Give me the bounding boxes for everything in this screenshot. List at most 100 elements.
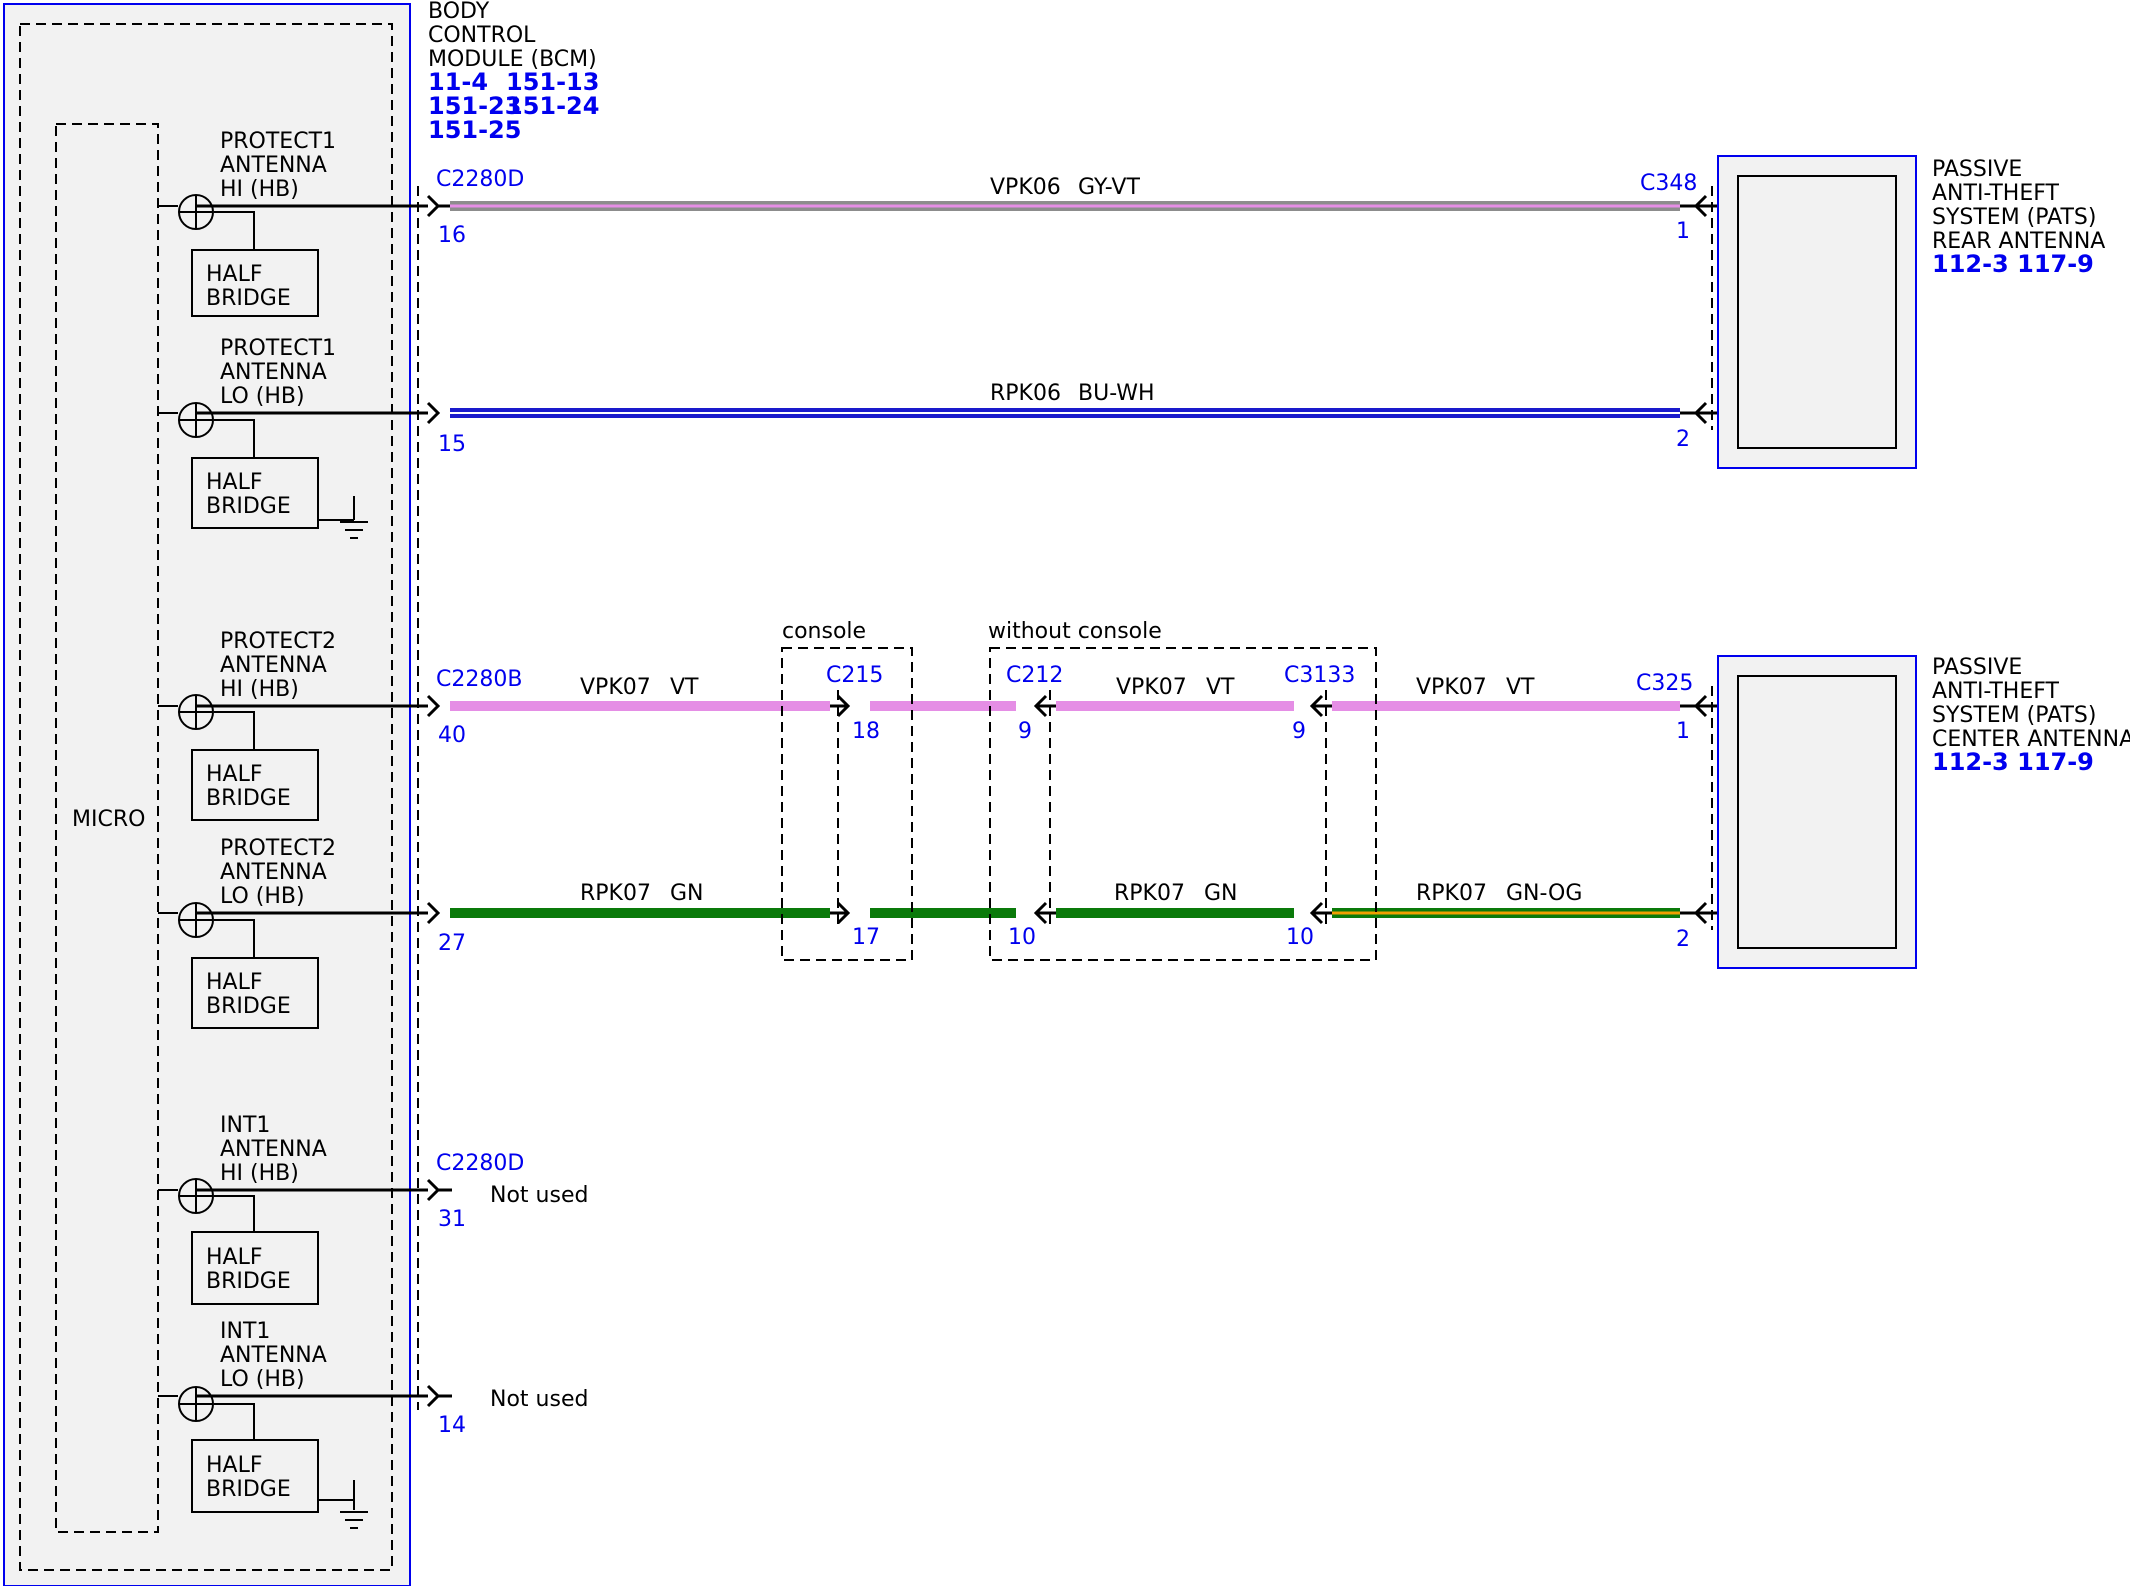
output-label-line3: HI (HB)	[220, 677, 299, 702]
connector-name[interactable]: C3133	[1284, 663, 1355, 688]
pin-number: 18	[852, 719, 880, 744]
option-label: without console	[988, 619, 1162, 644]
pin-number: 9	[1292, 719, 1306, 744]
wire-circuit: RPK07	[1416, 881, 1487, 906]
output-label-line3: LO (HB)	[220, 1367, 305, 1392]
output-label-line2: ANTENNA	[220, 360, 327, 385]
connector-name[interactable]: C212	[1006, 663, 1063, 688]
wire-color: VT	[1506, 675, 1535, 700]
output-label-line2: ANTENNA	[220, 1343, 327, 1368]
half-bridge-label: BRIDGE	[206, 1269, 291, 1294]
pin-number: 14	[438, 1413, 466, 1438]
half-bridge-label: HALF	[206, 470, 263, 495]
micro-label: MICRO	[72, 807, 145, 832]
pin-number: 10	[1286, 925, 1314, 950]
bcm-title-line1: BODY	[428, 0, 490, 24]
wire-color: GN	[670, 881, 704, 906]
inline-connector-edges	[837, 186, 1713, 930]
pin-number: 1	[1676, 219, 1690, 244]
wire[interactable]: VPK06 GY-VT	[438, 175, 1680, 211]
half-bridge-label: HALF	[206, 762, 263, 787]
module-ref-link[interactable]: 112-3 117-9	[1932, 748, 2094, 776]
pin-number: 27	[438, 931, 466, 956]
output-label-line3: LO (HB)	[220, 384, 305, 409]
wiring-diagram: MICRO BODY CONTROL MODULE (BCM) 11-4 151…	[0, 0, 2130, 1587]
output-label-line3: HI (HB)	[220, 177, 299, 202]
wire[interactable]: RPK07 GN	[1056, 881, 1294, 918]
pin-number: 2	[1676, 927, 1690, 952]
inline-connector-arrows	[830, 194, 1738, 925]
output-label-line2: ANTENNA	[220, 153, 327, 178]
wire-color: BU-WH	[1078, 381, 1155, 406]
connector-name[interactable]: C215	[826, 663, 883, 688]
half-bridge-label: BRIDGE	[206, 286, 291, 311]
wire-circuit: RPK06	[990, 381, 1061, 406]
pin-number: 31	[438, 1207, 466, 1232]
bcm-title: BODY CONTROL MODULE (BCM) 11-4 151-13 15…	[428, 0, 599, 144]
not-used-note: Not used	[490, 1387, 588, 1412]
half-bridge-label: HALF	[206, 1453, 263, 1478]
wire-circuit: VPK06	[990, 175, 1061, 200]
wire-circuit: VPK07	[1416, 675, 1487, 700]
output-label-line1: INT1	[220, 1319, 270, 1344]
output-label-line1: PROTECT1	[220, 129, 336, 154]
connector-name[interactable]: C2280D	[436, 1151, 524, 1176]
output-label-line2: ANTENNA	[220, 653, 327, 678]
connector-name[interactable]: C348	[1640, 171, 1697, 196]
output-label-line3: LO (HB)	[220, 884, 305, 909]
module-label-line: SYSTEM (PATS)	[1932, 205, 2096, 230]
wire[interactable]: VPK07 VT	[1056, 675, 1294, 711]
output-label-line3: HI (HB)	[220, 1161, 299, 1186]
pin-number: 40	[438, 723, 466, 748]
center-antenna-module: C325 1 2 PASSIVE ANTI-THEFT SYSTEM (PATS…	[1636, 655, 2130, 969]
bcm-connector-pins: C2280D 16 15 C2280B 40 27 C2280D 31 14 N…	[436, 167, 588, 1438]
connector-name[interactable]: C2280B	[436, 667, 522, 692]
wire[interactable]: RPK07 GN-OG	[1332, 881, 1680, 918]
wire-circuit: VPK07	[1116, 675, 1187, 700]
output-label-line2: ANTENNA	[220, 1137, 327, 1162]
not-used-note: Not used	[490, 1183, 588, 1208]
connector-name[interactable]: C2280D	[436, 167, 524, 192]
rear-antenna-module: C348 1 2 PASSIVE ANTI-THEFT SYSTEM (PATS…	[1640, 155, 2105, 469]
output-label-line1: PROTECT2	[220, 836, 336, 861]
wire-circuit: RPK07	[1114, 881, 1185, 906]
wire-color: GN	[1204, 881, 1238, 906]
pin-number: 9	[1018, 719, 1032, 744]
wire[interactable]: RPK07 GN	[450, 881, 830, 918]
half-bridge-label: HALF	[206, 1245, 263, 1270]
wire-color: GY-VT	[1078, 175, 1140, 200]
module-label-line: PASSIVE	[1932, 157, 2022, 182]
pin-number: 15	[438, 432, 466, 457]
module-label-line: PASSIVE	[1932, 655, 2022, 680]
module-ref-link[interactable]: 112-3 117-9	[1932, 250, 2094, 278]
wire[interactable]: VPK07 VT	[1332, 675, 1680, 711]
wire-circuit: VPK07	[580, 675, 651, 700]
wire-circuit: RPK07	[580, 881, 651, 906]
half-bridge-label: HALF	[206, 970, 263, 995]
half-bridge-label: BRIDGE	[206, 786, 291, 811]
pin-number: 16	[438, 223, 466, 248]
option-label: console	[782, 619, 866, 644]
wire-color: VT	[670, 675, 699, 700]
half-bridge-label: HALF	[206, 262, 263, 287]
half-bridge-label: BRIDGE	[206, 1477, 291, 1502]
pin-number: 1	[1676, 719, 1690, 744]
wire-color: GN-OG	[1506, 881, 1582, 906]
module-label-line: SYSTEM (PATS)	[1932, 703, 2096, 728]
output-label-line1: PROTECT1	[220, 336, 336, 361]
module-label-line: ANTI-THEFT	[1932, 679, 2060, 704]
half-bridge-label: BRIDGE	[206, 494, 291, 519]
wire-color: VT	[1206, 675, 1235, 700]
half-bridge-label: BRIDGE	[206, 994, 291, 1019]
output-label-line1: PROTECT2	[220, 629, 336, 654]
connector-name[interactable]: C325	[1636, 671, 1693, 696]
bcm-ref-link[interactable]: 151-25	[428, 116, 521, 144]
pin-number: 17	[852, 925, 880, 950]
output-label-line2: ANTENNA	[220, 860, 327, 885]
bcm-title-line2: CONTROL	[428, 23, 536, 48]
wire[interactable]: RPK06 BU-WH	[450, 381, 1680, 418]
output-label-line1: INT1	[220, 1113, 270, 1138]
pin-number: 10	[1008, 925, 1036, 950]
pin-number: 2	[1676, 427, 1690, 452]
module-label-line: ANTI-THEFT	[1932, 181, 2060, 206]
